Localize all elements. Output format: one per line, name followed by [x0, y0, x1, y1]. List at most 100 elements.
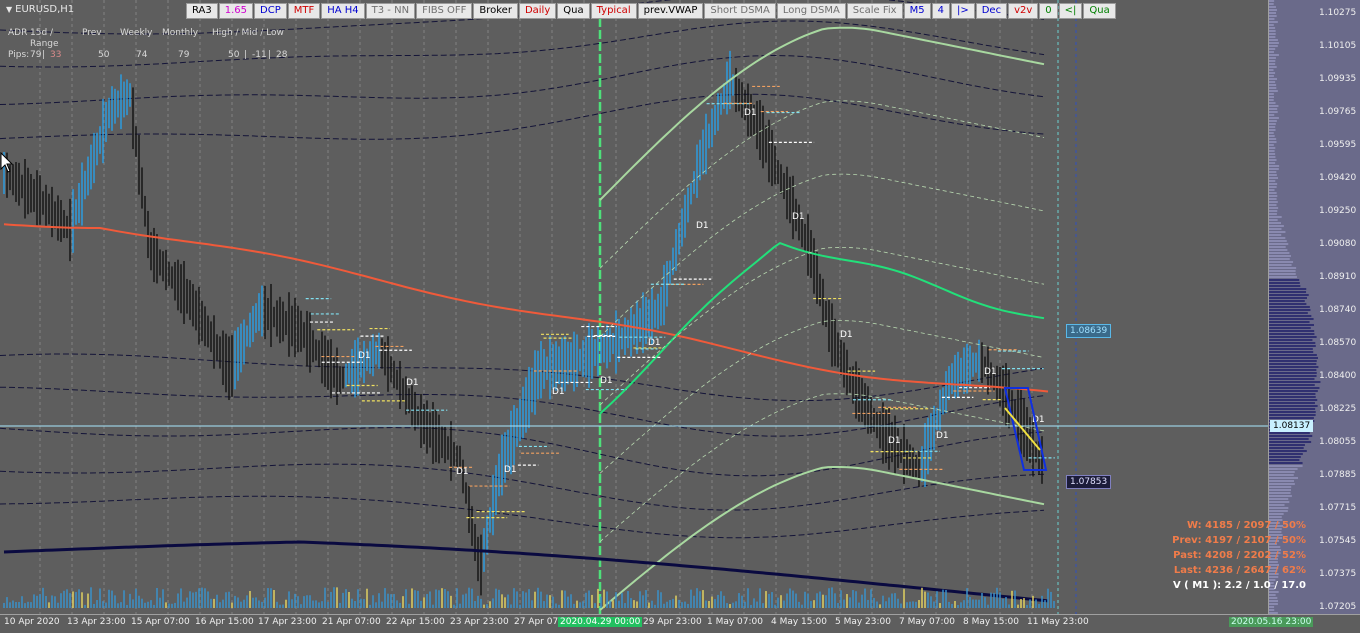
- toolbar-button-13[interactable]: Long DSMA: [776, 3, 846, 19]
- profile-bar: [1269, 252, 1290, 254]
- toolbar-button-14[interactable]: Scale Fix: [846, 3, 903, 19]
- toolbar-button-20[interactable]: 0: [1039, 3, 1058, 19]
- profile-bar: [1269, 492, 1291, 494]
- profile-bar: [1269, 228, 1282, 230]
- toolbar-button-19[interactable]: v2v: [1008, 3, 1039, 19]
- profile-bar: [1269, 222, 1281, 224]
- toolbar-button-8[interactable]: Daily: [518, 3, 557, 19]
- profile-bar: [1269, 51, 1274, 53]
- profile-bar: [1269, 480, 1295, 482]
- profile-bar: [1269, 174, 1277, 176]
- toolbar-button-17[interactable]: |>: [950, 3, 975, 19]
- profile-bar: [1269, 243, 1289, 245]
- toolbar-button-21[interactable]: <|: [1058, 3, 1083, 19]
- profile-bar: [1269, 609, 1275, 611]
- profile-bar: [1269, 456, 1301, 458]
- price-tick: 1.08570: [1319, 338, 1357, 348]
- profile-bar: [1269, 606, 1275, 608]
- time-label: 22 Apr 15:00: [386, 617, 445, 627]
- adr-header-4: Monthly: [162, 28, 199, 38]
- profile-bar: [1269, 396, 1316, 398]
- adr-panel: ADR 15d / Range Prev Weekly Monthly High / Mi…: [8, 28, 292, 61]
- profile-bar: [1269, 276, 1297, 278]
- profile-bar: [1269, 39, 1278, 41]
- profile-bar: [1269, 597, 1278, 599]
- profile-bar: [1269, 351, 1314, 353]
- price-tick: 1.10275: [1319, 8, 1357, 18]
- profile-bar: [1269, 36, 1276, 38]
- profile-bar: [1269, 237, 1286, 239]
- toolbar-button-3[interactable]: MTF: [287, 3, 321, 19]
- profile-bar: [1269, 9, 1277, 11]
- profile-bar: [1269, 468, 1298, 470]
- profile-bar: [1269, 381, 1321, 383]
- profile-bar: [1269, 348, 1313, 350]
- d1-marker: D1: [984, 367, 997, 377]
- d1-marker: D1: [888, 436, 901, 446]
- profile-bar: [1269, 198, 1277, 200]
- time-label: 21 Apr 07:00: [322, 617, 381, 627]
- adr-header-2: Prev: [82, 28, 102, 38]
- toolbar-button-0[interactable]: RA3: [186, 3, 218, 19]
- time-label: 1 May 07:00: [707, 617, 763, 627]
- toolbar-button-11[interactable]: prev.VWAP: [637, 3, 704, 19]
- profile-bar: [1269, 318, 1314, 320]
- profile-bar: [1269, 102, 1276, 104]
- toolbar-button-9[interactable]: Qua: [557, 3, 590, 19]
- adr-15d-value: 79: [30, 50, 42, 60]
- profile-bar: [1269, 72, 1276, 74]
- toolbar-button-4[interactable]: HA H4: [321, 3, 365, 19]
- d1-marker: D1: [840, 330, 853, 340]
- stats-volume: V ( M1 ): 2.2 / 1.0 / 17.0: [1172, 580, 1306, 591]
- band-lower: [599, 466, 1045, 611]
- band-inner: [599, 320, 1045, 474]
- profile-bar: [1269, 126, 1276, 128]
- toolbar-button-18[interactable]: Dec: [975, 3, 1008, 19]
- profile-bar: [1269, 486, 1292, 488]
- profile-bar: [1269, 357, 1318, 359]
- time-label: 10 Apr 2020: [4, 617, 60, 627]
- time-label: 13 Apr 23:00: [67, 617, 126, 627]
- toolbar-button-2[interactable]: DCP: [254, 3, 287, 19]
- toolbar-button-7[interactable]: Broker: [473, 3, 518, 19]
- toolbar-button-16[interactable]: 4: [931, 3, 950, 19]
- toolbar-button-1[interactable]: 1.65: [218, 3, 254, 19]
- profile-bar: [1269, 297, 1308, 299]
- price-tick: 1.07715: [1319, 503, 1357, 513]
- profile-bar: [1269, 114, 1275, 116]
- toolbar-button-6[interactable]: FIBS OFF: [416, 3, 473, 19]
- profile-bar: [1269, 168, 1279, 170]
- price-plot[interactable]: D1D1D1 D1D1D1D1D1D1D1D1D1 D1D1D1: [0, 0, 1268, 614]
- profile-bar: [1269, 162, 1276, 164]
- profile-bar: [1269, 462, 1303, 464]
- toolbar-button-12[interactable]: Short DSMA: [704, 3, 776, 19]
- profile-bar: [1269, 600, 1279, 602]
- d1-marker: D1: [744, 108, 757, 118]
- d1-marker: D1: [792, 212, 805, 222]
- chart-area[interactable]: D1 D1 D1 D1 D1 D1 D1 D1 D1 D1 D1 D1 D1 D1 D1: [0, 0, 1268, 614]
- d1-marker: D1: [358, 351, 371, 361]
- toolbar-button-15[interactable]: M5: [903, 3, 931, 19]
- toolbar-button-5[interactable]: T3 - NN: [365, 3, 416, 19]
- d1-marker: D1: [648, 338, 661, 348]
- profile-bar: [1269, 255, 1291, 257]
- profile-bar: [1269, 384, 1315, 386]
- profile-bar: [1269, 27, 1276, 29]
- profile-bar: [1269, 183, 1278, 185]
- profile-bar: [1269, 6, 1276, 8]
- profile-bar: [1269, 78, 1278, 80]
- profile-bar: [1269, 408, 1316, 410]
- collapse-triangle-icon[interactable]: ▼: [6, 5, 12, 14]
- profile-bar: [1269, 495, 1292, 497]
- time-axis[interactable]: 10 Apr 2020 13 Apr 23:00 15 Apr 07:00 16 Ap…: [0, 614, 1360, 633]
- moving-average-red: [3, 223, 1049, 393]
- profile-bar: [1269, 210, 1278, 212]
- envelope-curve: [0, 495, 1045, 539]
- profile-bar: [1269, 204, 1277, 206]
- profile-bar: [1269, 291, 1307, 293]
- profile-bar: [1269, 363, 1317, 365]
- profile-bar: [1269, 282, 1300, 284]
- profile-bar: [1269, 324, 1314, 326]
- toolbar-button-22[interactable]: Qua: [1083, 3, 1116, 19]
- toolbar-button-10[interactable]: Typical: [590, 3, 637, 19]
